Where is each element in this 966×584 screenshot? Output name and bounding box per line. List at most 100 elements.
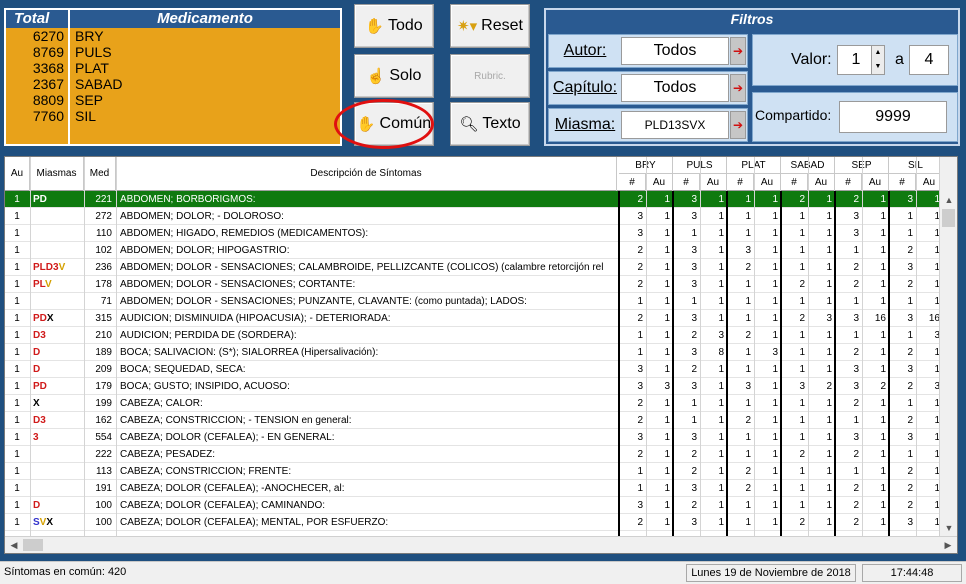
table-row[interactable]: 1 D 189 BOCA; SALIVACION: (S*); SIALORREA (… [5, 344, 939, 361]
medicamento-name[interactable]: SIL [75, 108, 340, 124]
total-value: 8769 [32, 44, 64, 60]
symptom-grid: Au Miasmas Med Descripción de Síntomas B… [4, 156, 958, 554]
cell-au: 1 [14, 398, 20, 409]
col-au-sub[interactable]: Au [862, 174, 889, 191]
table-row[interactable]: 1 PLD3V 236 ABDOMEN; DOLOR - SENSACIONES; C… [5, 259, 939, 276]
medicamento-name[interactable]: PULS [75, 44, 340, 60]
table-row[interactable]: 1 110 ABDOMEN; HIGADO, REMEDIOS (MEDICAMEN… [5, 225, 939, 242]
compartido-input[interactable]: 9999 [839, 101, 947, 133]
cell-value: 3 [664, 381, 670, 392]
table-row[interactable]: 1PD221ABDOMEN; BORBORIGMOS:213111212131 [5, 191, 939, 208]
col-count[interactable]: # [835, 174, 862, 191]
arrow-right-icon[interactable]: ➔ [730, 111, 746, 139]
cell-value: 1 [799, 330, 805, 341]
medicamento-name[interactable]: PLAT [75, 60, 340, 76]
texto-button[interactable]: 🔍︎ Texto [450, 102, 530, 146]
cell-value: 3 [853, 228, 859, 239]
cell-value: 2 [853, 262, 859, 273]
medicamento-name[interactable]: SABAD [75, 76, 340, 92]
cell-au: 1 [14, 449, 20, 460]
scroll-thumb[interactable] [23, 539, 43, 551]
table-row[interactable]: 1 D 100 CABEZA; DOLOR (CEFALEA); CAMINANDO:… [5, 497, 939, 514]
solo-button[interactable]: ☝ Solo [354, 54, 434, 98]
col-count[interactable]: # [781, 174, 808, 191]
col-descripcion[interactable]: Descripción de Síntomas [116, 157, 617, 191]
cell-value: 3 [691, 483, 697, 494]
cell-descripcion: BOCA; SEQUEDAD, SECA: [120, 364, 246, 375]
scroll-down-icon[interactable]: ▼ [940, 519, 957, 537]
comun-button[interactable]: ✋ Común [354, 102, 434, 146]
arrow-right-icon[interactable]: ➔ [730, 74, 746, 102]
col-count[interactable]: # [889, 174, 916, 191]
medicamento-name[interactable]: BRY [75, 28, 340, 44]
scroll-right-icon[interactable]: ▶ [939, 537, 957, 553]
todo-button[interactable]: ✋ Todo [354, 4, 434, 48]
table-row[interactable]: 1 191 CABEZA; DOLOR (CEFALEA); -ANOCHECER,… [5, 480, 939, 497]
spin-down-icon[interactable]: ▼ [872, 60, 884, 74]
rubric-button[interactable]: Rubric. [450, 54, 530, 98]
cell-value: 1 [907, 296, 913, 307]
table-row[interactable]: 1 3 554 CABEZA; DOLOR (CEFALEA); - EN GENER… [5, 429, 939, 446]
scroll-up-icon[interactable]: ▲ [940, 191, 957, 209]
reset-button[interactable]: ✷▾ Reset [450, 4, 530, 48]
table-row[interactable]: 1 D3 162 CABEZA; CONSTRICCION; - TENSION en… [5, 412, 939, 429]
col-count[interactable]: # [673, 174, 700, 191]
cell-value: 2 [907, 415, 913, 426]
table-row[interactable]: 1 71 ABDOMEN; DOLOR - SENSACIONES; PUNZANT… [5, 293, 939, 310]
cell-value: 3 [916, 378, 939, 395]
table-row[interactable]: 1 102 ABDOMEN; DOLOR; HIPOGASTRIO: 2 1 3 1 3 1 1 1… [5, 242, 939, 259]
cell-descripcion: ABDOMEN; DOLOR; - DOLOROSO: [120, 211, 284, 222]
cell-value: 1 [799, 347, 805, 358]
table-row[interactable]: 1 PLV 178 ABDOMEN; DOLOR - SENSACIONES; COR… [5, 276, 939, 293]
cell-value: 1 [718, 364, 724, 375]
table-row[interactable]: 1 PD 179 BOCA; GUSTO; INSIPIDO, ACUOSO: 3 3 3 1… [5, 378, 939, 395]
col-au-sub[interactable]: Au [754, 174, 781, 191]
col-count[interactable]: # [619, 174, 646, 191]
table-row[interactable]: 1X199CABEZA; CALOR:211111112111 [5, 395, 939, 412]
cell-value: 2 [691, 449, 697, 460]
cell-descripcion: AUDICION; DISMINUIDA (HIPOACUSIA); - DET… [120, 313, 391, 324]
medicamento-name[interactable]: SEP [75, 92, 340, 108]
valor-spinner[interactable]: ▲ ▼ [871, 45, 885, 75]
grid-header: Au Miasmas Med Descripción de Síntomas B… [5, 157, 943, 191]
col-au-sub[interactable]: Au [808, 174, 835, 191]
cell-value: 3 [691, 432, 697, 443]
table-row[interactable]: 1 113 CABEZA; CONSTRICCION; FRENTE: 1 1 2 1 2 1 1… [5, 463, 939, 480]
col-med[interactable]: Med [84, 157, 116, 191]
spin-up-icon[interactable]: ▲ [872, 46, 884, 60]
horizontal-scrollbar[interactable]: ◀ ▶ [5, 536, 957, 553]
cell-value: 1 [826, 262, 832, 273]
arrow-right-icon[interactable]: ➔ [730, 37, 746, 65]
cell-med: 222 [95, 449, 112, 460]
table-row[interactable]: 1 D3 210 AUDICION; PERDIDA DE (SORDERA): 1 1 2… [5, 327, 939, 344]
cell-value: 1 [718, 449, 724, 460]
valor-from-input[interactable]: 1 [837, 45, 875, 75]
col-count[interactable]: # [727, 174, 754, 191]
miasma-field[interactable]: PLD13SVX [621, 111, 729, 139]
cell-value: 1 [826, 364, 832, 375]
hand-icon: ✋ [365, 18, 384, 35]
table-row[interactable]: 1222CABEZA; PESADEZ:212111212111 [5, 446, 939, 463]
scroll-thumb[interactable] [942, 209, 955, 227]
cell-value: 2 [907, 245, 913, 256]
table-row[interactable]: 1D209BOCA; SEQUEDAD, SECA:312111113131 [5, 361, 939, 378]
table-row[interactable]: 1 272 ABDOMEN; DOLOR; - DOLOROSO: 3 1 3 1 1 1 1 1 3… [5, 208, 939, 225]
col-au-sub[interactable]: Au [646, 174, 673, 191]
cell-value: 1 [772, 364, 778, 375]
table-row[interactable]: 1 PDX 315 AUDICION; DISMINUIDA (HIPOACUSIA)… [5, 310, 939, 327]
valor-to-input[interactable]: 4 [909, 45, 949, 75]
scroll-left-icon[interactable]: ◀ [5, 537, 23, 553]
col-au[interactable]: Au [5, 157, 30, 191]
col-miasmas[interactable]: Miasmas [30, 157, 84, 191]
vertical-scrollbar[interactable]: ▲ ▼ [939, 157, 957, 537]
cell-value: 1 [691, 228, 697, 239]
autor-field[interactable]: Todos [621, 37, 729, 65]
cell-med: 209 [95, 364, 112, 375]
cell-value: 1 [799, 500, 805, 511]
cell-au: 1 [14, 262, 20, 273]
capitulo-field[interactable]: Todos [621, 74, 729, 102]
table-row[interactable]: 1 SVX 100 CABEZA; DOLOR (CEFALEA); MENTAL, … [5, 514, 939, 531]
cell-value: 1 [907, 330, 913, 341]
col-au-sub[interactable]: Au [700, 174, 727, 191]
cell-descripcion: ABDOMEN; BORBORIGMOS: [120, 194, 256, 205]
